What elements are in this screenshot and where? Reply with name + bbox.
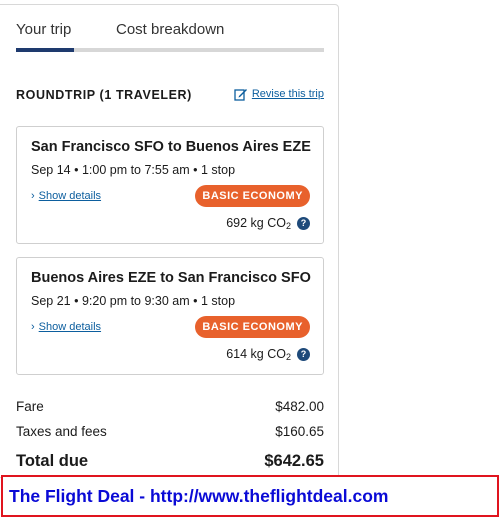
revise-trip-label: Revise this trip	[251, 88, 324, 100]
chevron-right-icon: ›	[31, 190, 35, 202]
edit-icon	[234, 87, 248, 101]
trip-header: ROUNDTRIP (1 TRAVELER) Revise this trip	[16, 87, 324, 107]
fare-class-badge: BASIC ECONOMY	[195, 316, 310, 338]
flight-route: Buenos Aires EZE to San Francisco SFO	[31, 270, 311, 286]
fare-class-badge: BASIC ECONOMY	[195, 185, 310, 207]
taxes-value: $160.65	[275, 424, 324, 439]
flight-card-return: Buenos Aires EZE to San Francisco SFO Se…	[16, 257, 324, 375]
tab-bar: Your trip Cost breakdown	[16, 21, 324, 53]
flight-card-outbound: San Francisco SFO to Buenos Aires EZE Se…	[16, 126, 324, 244]
flight-route: San Francisco SFO to Buenos Aires EZE	[31, 139, 311, 155]
tab-cost-breakdown[interactable]: Cost breakdown	[116, 21, 224, 38]
trip-heading: ROUNDTRIP (1 TRAVELER)	[16, 88, 192, 102]
info-icon[interactable]: ?	[297, 217, 310, 230]
show-details-link[interactable]: › Show details	[31, 321, 101, 333]
total-value: $642.65	[264, 452, 324, 470]
total-label: Total due	[16, 452, 89, 470]
show-details-label: Show details	[38, 321, 102, 333]
co2-value: 692 kg CO2	[226, 216, 291, 231]
chevron-right-icon: ›	[31, 321, 35, 333]
tab-your-trip[interactable]: Your trip	[16, 21, 71, 38]
tab-active-indicator	[16, 48, 74, 52]
taxes-label: Taxes and fees	[16, 424, 107, 439]
flight-schedule: Sep 14 • 1:00 pm to 7:55 am • 1 stop	[31, 163, 236, 177]
info-icon[interactable]: ?	[297, 348, 310, 361]
banner-text: The Flight Deal - http://www.theflightde…	[9, 486, 389, 506]
fare-value: $482.00	[275, 399, 324, 414]
co2-value: 614 kg CO2	[226, 347, 291, 362]
show-details-link[interactable]: › Show details	[31, 190, 101, 202]
watermark-banner: The Flight Deal - http://www.theflightde…	[1, 475, 499, 517]
co2-emissions: 692 kg CO2 ?	[226, 216, 310, 231]
revise-trip-link[interactable]: Revise this trip	[234, 87, 324, 101]
fare-label: Fare	[16, 399, 44, 414]
co2-emissions: 614 kg CO2 ?	[226, 347, 310, 362]
flight-schedule: Sep 21 • 9:20 pm to 9:30 am • 1 stop	[31, 294, 236, 308]
show-details-label: Show details	[38, 190, 102, 202]
